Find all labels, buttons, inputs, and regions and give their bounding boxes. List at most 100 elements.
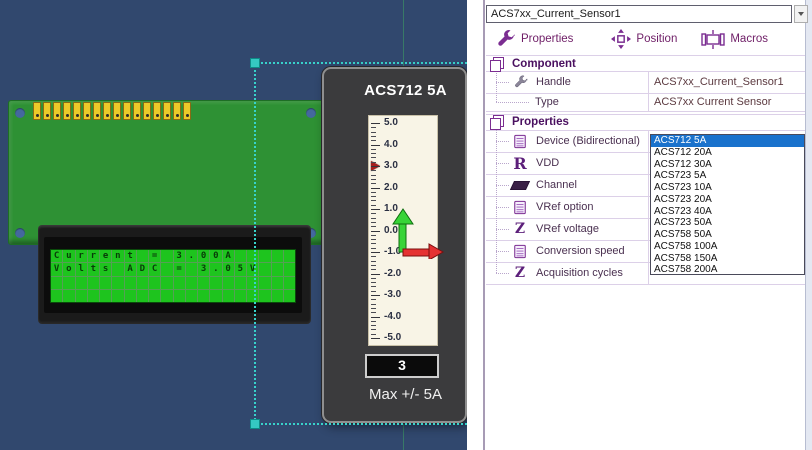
selection-handle[interactable]	[250, 58, 260, 68]
property-value[interactable]: ACS7xx_Current_Sensor1	[654, 71, 784, 93]
minor-tick	[371, 204, 376, 206]
component-section-header[interactable]: Component	[486, 56, 805, 72]
lcd-cell: u	[63, 250, 75, 263]
lcd-pin	[183, 102, 191, 120]
lcd-cell	[247, 250, 259, 263]
device-list[interactable]: ACS712 5A ACS712 20A ACS712 30A ACS723 5A AC…	[650, 134, 805, 275]
lcd-cell	[283, 289, 295, 302]
minor-tick	[371, 191, 376, 193]
selection-marquee-left	[254, 63, 256, 424]
lcd-cell: =	[149, 250, 161, 263]
device-list-item[interactable]: ACS723 40A	[651, 206, 804, 218]
lcd-cell	[222, 289, 234, 302]
property-label: Acquisition cycles	[536, 267, 623, 279]
property-value[interactable]: ACS7xx Current Sensor	[654, 93, 771, 111]
selection-marquee-bottom	[256, 423, 467, 425]
selection-handle[interactable]	[250, 419, 260, 429]
device-list-item[interactable]: ACS712 20A	[651, 147, 804, 159]
minor-tick	[371, 221, 376, 223]
lcd-cell	[149, 276, 161, 289]
major-tick	[371, 166, 380, 167]
macros-button-label: Macros	[730, 33, 769, 45]
minor-tick	[371, 140, 376, 142]
list-icon	[510, 200, 530, 215]
pages-icon	[490, 114, 504, 130]
macros-button[interactable]: Macros	[701, 29, 769, 49]
minor-tick	[371, 260, 376, 262]
device-list-item[interactable]: ACS758 200A	[651, 264, 804, 274]
lcd-pin	[173, 102, 181, 120]
minor-tick	[371, 303, 376, 305]
lcd-cell: 0	[198, 250, 210, 263]
device-list-item[interactable]: ACS758 100A	[651, 241, 804, 253]
lcd-pin	[73, 102, 81, 120]
minor-tick	[371, 277, 376, 279]
minor-tick	[371, 269, 376, 271]
macros-icon	[701, 29, 726, 49]
lcd-pin	[63, 102, 71, 120]
lcd-cell	[185, 263, 197, 276]
lcd-cell: =	[173, 263, 185, 276]
minor-tick	[371, 247, 376, 249]
minor-tick	[371, 183, 376, 185]
minor-tick	[371, 217, 376, 219]
property-label: VRef voltage	[536, 223, 599, 235]
lcd-cell	[112, 289, 124, 302]
minor-tick	[371, 131, 376, 133]
lcd-cell: t	[87, 263, 99, 276]
minor-tick	[371, 333, 376, 335]
component-combobox[interactable]: ACS7xx_Current_Sensor1	[486, 5, 792, 23]
lcd-cell	[271, 250, 283, 263]
device-list-item[interactable]: ACS712 5A	[651, 135, 804, 147]
lcd-cell	[136, 289, 148, 302]
pane-divider[interactable]	[483, 0, 485, 450]
lcd-cell	[173, 289, 185, 302]
properties-section-header[interactable]: Properties	[486, 114, 805, 130]
lcd-pin	[83, 102, 91, 120]
lcd-pin	[123, 102, 131, 120]
position-icon	[611, 29, 632, 49]
property-label: Type	[535, 96, 559, 108]
minor-tick	[371, 234, 376, 236]
major-tick	[371, 273, 380, 275]
lcd-cell	[259, 289, 271, 302]
lcd-pin	[153, 102, 161, 120]
lcd-cell	[75, 289, 87, 302]
selection-marquee-top	[256, 62, 467, 64]
lcd-cell: r	[87, 250, 99, 263]
tick-label: -3.0	[384, 289, 402, 300]
lcd-cell	[283, 263, 295, 276]
minor-tick	[371, 286, 376, 288]
property-label: VRef option	[536, 201, 594, 213]
device-list-item[interactable]: ACS758 50A	[651, 229, 804, 241]
properties-button[interactable]: Properties	[495, 29, 573, 50]
wrench-icon	[510, 74, 530, 90]
position-button[interactable]: Position	[611, 29, 677, 49]
schematic-canvas[interactable]: Cu r r e n t = 3. 0 0 A Vo l t s A D C = 3. 0 5 V ACS712 5A 5.…	[0, 0, 467, 450]
device-list-item[interactable]: ACS758 150A	[651, 253, 804, 265]
lcd-cell: s	[100, 263, 112, 276]
device-list-item[interactable]: ACS723 5A	[651, 170, 804, 182]
lcd-module-pcb[interactable]: Cu r r e n t = 3. 0 0 A Vo l t s A D C = 3. 0 5 V	[8, 100, 330, 324]
lcd-cell	[198, 276, 210, 289]
combobox-dropdown-button[interactable]	[794, 5, 808, 23]
lcd-cell	[63, 289, 75, 302]
minor-tick	[371, 256, 376, 258]
major-tick	[371, 187, 380, 189]
lcd-cell	[75, 276, 87, 289]
tick-label: 5.0	[384, 117, 398, 128]
minor-tick	[371, 127, 376, 129]
lcd-cell	[283, 250, 295, 263]
major-tick	[371, 295, 380, 296]
lcd-cell	[87, 276, 99, 289]
device-list-item[interactable]: ACS712 30A	[651, 159, 804, 171]
device-list-item[interactable]: ACS723 20A	[651, 194, 804, 206]
tick-label: 4.0	[384, 138, 398, 150]
device-list-item[interactable]: ACS723 10A	[651, 182, 804, 194]
lcd-cell: V	[247, 263, 259, 276]
lcd-cell	[234, 276, 246, 289]
device-list-item[interactable]: ACS723 50A	[651, 217, 804, 229]
major-tick	[371, 144, 380, 146]
gauge-value-input[interactable]: 3	[365, 354, 439, 378]
lcd-cell	[283, 276, 295, 289]
